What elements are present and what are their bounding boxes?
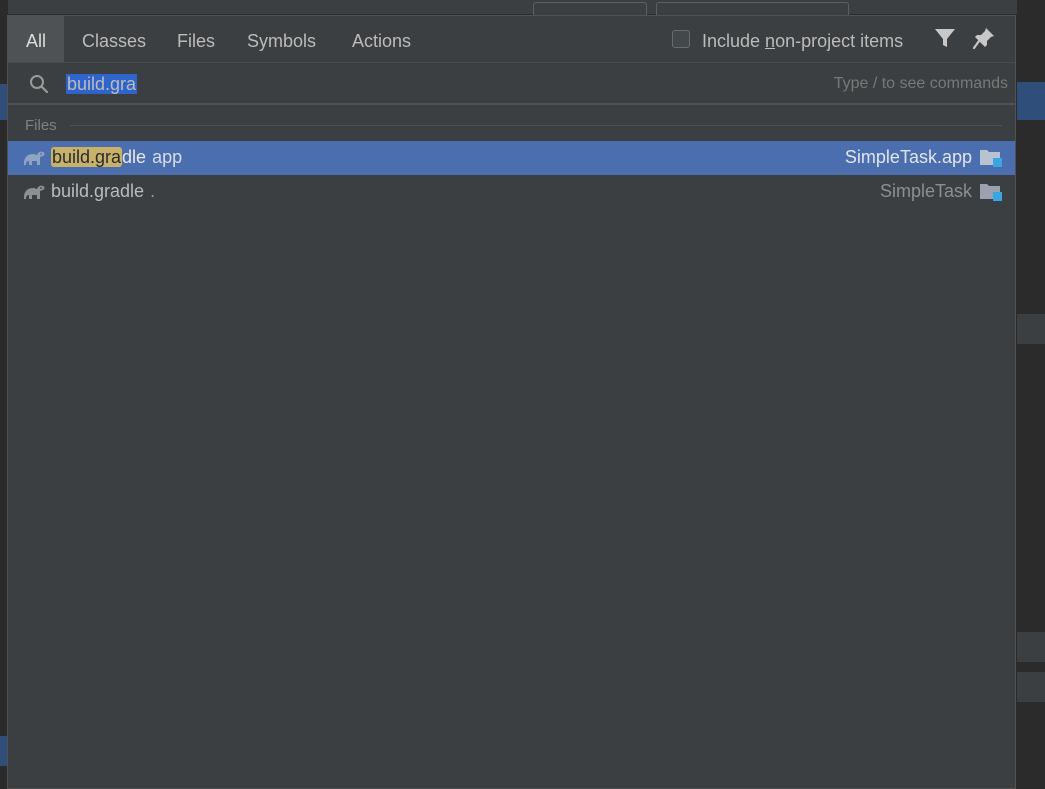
result-filename: dle bbox=[122, 147, 147, 167]
tab-classes[interactable]: Classes bbox=[82, 16, 146, 62]
search-everywhere-popup: All Classes Files Symbols Actions Includ… bbox=[7, 15, 1016, 789]
search-hint: Type / to see commands bbox=[833, 75, 1008, 92]
result-row[interactable]: build.gradle app SimpleTask.app bbox=[8, 141, 1015, 175]
include-non-project-checkbox[interactable] bbox=[672, 30, 690, 48]
tab-files[interactable]: Files bbox=[177, 16, 215, 62]
search-bar: build.gra Type / to see commands bbox=[8, 62, 1015, 105]
result-module: SimpleTask bbox=[879, 181, 972, 201]
editor-tab-fragment bbox=[1017, 82, 1045, 120]
group-label-files: Files bbox=[25, 117, 57, 134]
editor-band-fragment bbox=[1017, 672, 1045, 702]
tab-symbols[interactable]: Symbols bbox=[247, 16, 316, 62]
tab-actions[interactable]: Actions bbox=[352, 16, 411, 62]
module-folder-icon bbox=[980, 182, 1002, 202]
result-path: app bbox=[152, 147, 183, 167]
pin-icon[interactable] bbox=[972, 26, 996, 50]
editor-band-fragment bbox=[1017, 632, 1045, 662]
result-filename: build.gradle bbox=[51, 181, 145, 201]
scope-tabs: All Classes Files Symbols Actions Includ… bbox=[8, 16, 1015, 62]
editor-band-fragment bbox=[1017, 314, 1045, 344]
module-folder-icon bbox=[980, 148, 1002, 168]
include-non-project-option[interactable]: Include non-project items bbox=[672, 28, 904, 51]
result-row[interactable]: build.gradle. SimpleTask bbox=[8, 175, 1015, 209]
ide-toolbar-background bbox=[0, 0, 1045, 18]
search-input[interactable]: build.gra bbox=[66, 71, 138, 97]
include-non-project-label: Include non-project items bbox=[702, 30, 904, 51]
gradle-elephant-icon bbox=[22, 183, 46, 201]
gradle-elephant-icon bbox=[22, 149, 46, 167]
search-input-selected-text: build.gra bbox=[66, 74, 138, 94]
result-path: . bbox=[150, 181, 156, 201]
group-divider bbox=[70, 125, 1002, 126]
ide-editor-right-edge bbox=[1017, 0, 1045, 789]
filter-icon[interactable] bbox=[933, 26, 957, 50]
result-match-highlight: build.gra bbox=[51, 147, 123, 167]
tab-all[interactable]: All bbox=[8, 16, 64, 62]
result-module: SimpleTask.app bbox=[844, 147, 972, 167]
search-icon bbox=[29, 74, 49, 94]
